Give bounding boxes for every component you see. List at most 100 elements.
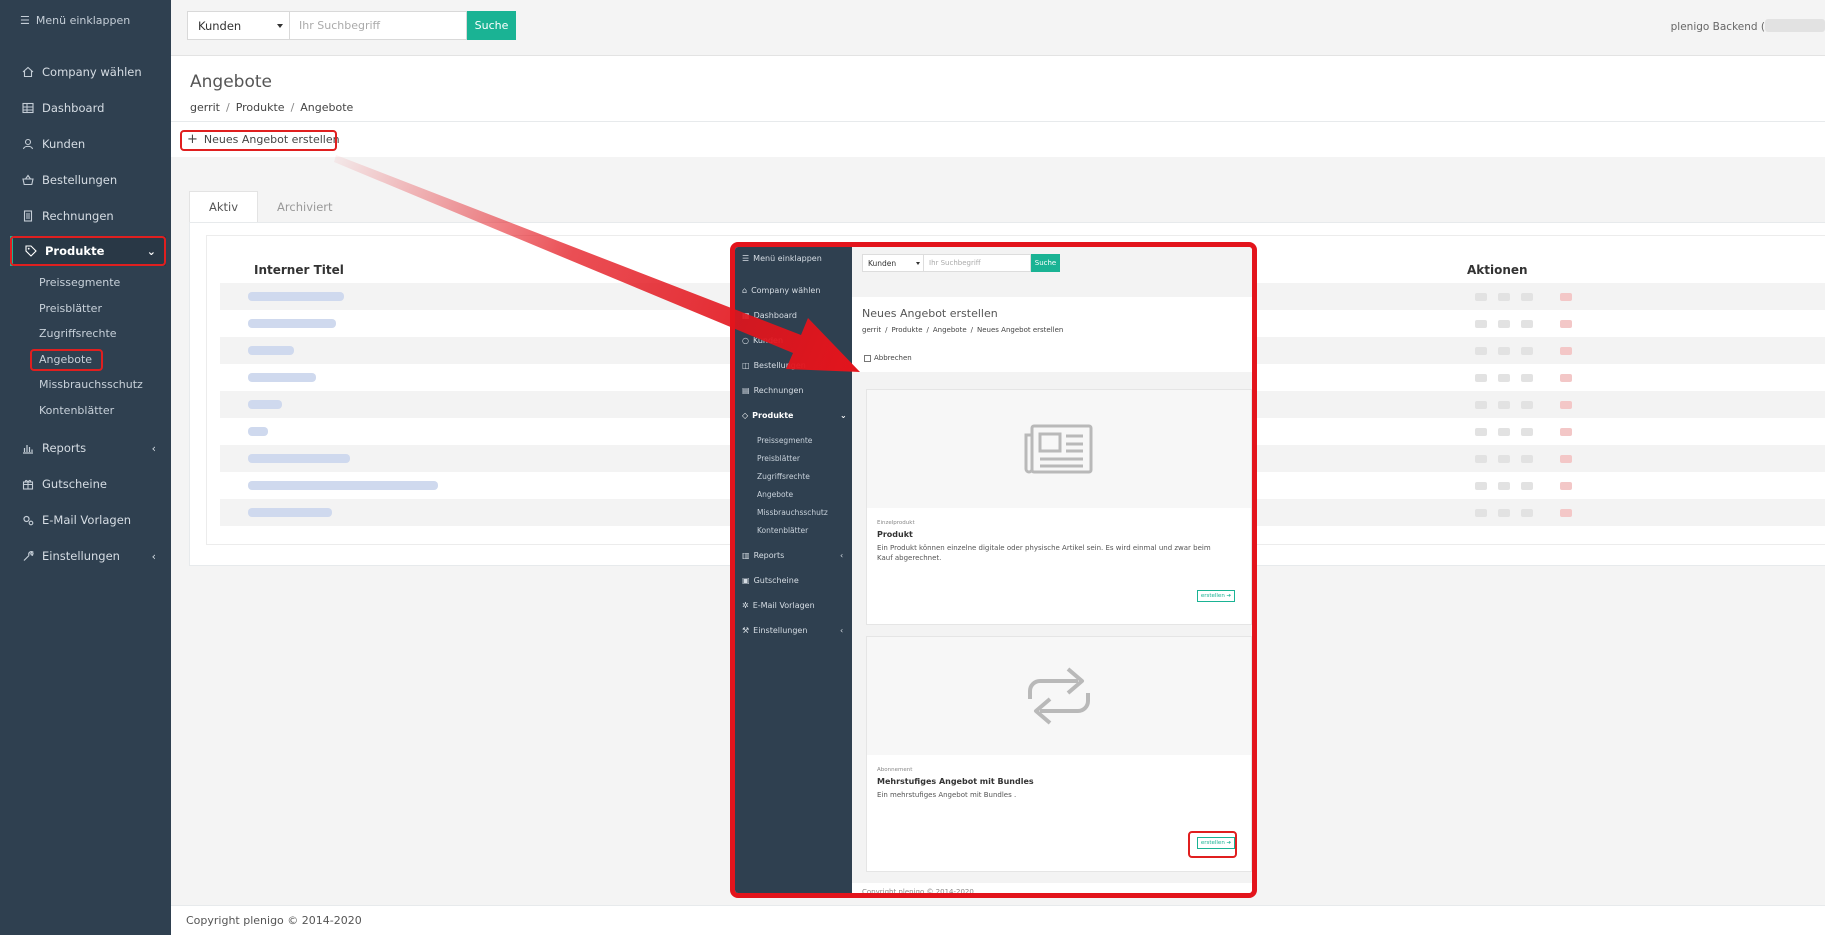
breadcrumb: gerrit / Produkte / Angebote — [190, 101, 353, 114]
breadcrumb-item[interactable]: gerrit — [190, 101, 220, 114]
inset-topbar: Kunden Ihr Suchbegriff Suche — [852, 247, 1252, 297]
menu-collapse-toggle[interactable]: ☰ Menü einklappen — [0, 0, 171, 40]
redacted-username — [1765, 19, 1825, 32]
sidebar-subitem-abuse-protection[interactable]: Missbrauchsschutz — [39, 378, 143, 391]
sidebar-item-dashboard[interactable]: Dashboard — [10, 93, 166, 123]
bar-chart-icon — [22, 442, 36, 454]
grid-icon — [22, 102, 36, 114]
inset-action-strip: Abbrechen — [852, 352, 1252, 372]
inset-sidebar-subitem: Preissegmente — [757, 436, 813, 445]
tag-icon — [25, 245, 39, 257]
inset-footer: Copyright plenigo © 2014-2020 — [852, 883, 1252, 893]
sidebar-item-orders[interactable]: Bestellungen — [10, 165, 166, 195]
close-square-icon — [864, 354, 871, 362]
caret-down-icon — [916, 262, 920, 265]
new-offer-button[interactable]: + Neues Angebot erstellen — [187, 132, 340, 147]
sidebar-item-invoices[interactable]: Rechnungen — [10, 201, 166, 231]
footer: Copyright plenigo © 2014-2020 — [171, 905, 1825, 935]
search-button[interactable]: Suche — [467, 11, 516, 40]
breadcrumb-separator: / — [290, 101, 295, 114]
bar-chart-icon: ▥ — [742, 551, 750, 560]
inset-card-bundle: Abonnement Mehrstufiges Angebot mit Bund… — [866, 636, 1252, 872]
column-header-title[interactable]: Interner Titel — [254, 263, 344, 277]
inset-sidebar-item: ▤ Rechnungen — [742, 386, 804, 395]
chevron-left-icon: ‹ — [151, 549, 156, 563]
inset-page-header: Neues Angebot erstellen gerrit / Produkte… — [852, 297, 1252, 355]
chevron-down-icon: ⌄ — [840, 411, 847, 420]
inset-card-title: Mehrstufiges Angebot mit Bundles — [877, 777, 1034, 786]
user-info[interactable]: plenigo Backend ( — [1671, 21, 1765, 33]
inset-search-input: Ihr Suchbegriff — [924, 254, 1031, 272]
gift-icon: ▣ — [742, 576, 750, 585]
sidebar-item-company[interactable]: Company wählen — [10, 57, 166, 87]
gift-icon — [22, 478, 36, 490]
sidebar-subitem-price-sheets[interactable]: Preisblätter — [39, 302, 102, 315]
basket-icon: ◫ — [742, 361, 750, 370]
page-title: Angebote — [190, 72, 272, 92]
sidebar-subitem-access-rights[interactable]: Zugriffsrechte — [39, 327, 117, 340]
sidebar-subitem-offers[interactable]: Angebote — [39, 353, 92, 366]
inset-search: Kunden Ihr Suchbegriff Suche — [862, 254, 1060, 272]
tab-archived[interactable]: Archiviert — [258, 191, 351, 222]
inset-sidebar-item-products: ◇ Produkte ⌄ — [742, 411, 847, 420]
breadcrumb-item[interactable]: Produkte — [236, 101, 285, 114]
sidebar-subitem-price-segments[interactable]: Preissegmente — [39, 276, 120, 289]
document-icon — [22, 210, 36, 222]
inset-card-product: Einzelprodukt Produkt Ein Produkt können… — [866, 389, 1252, 625]
user-icon: ○ — [742, 336, 749, 345]
inset-sidebar-item: ✲ E-Mail Vorlagen — [742, 601, 815, 610]
inset-card-title: Produkt — [877, 530, 913, 539]
inset-card-description: Ein mehrstufiges Angebot mit Bundles . — [877, 791, 1017, 799]
search-input[interactable] — [290, 11, 467, 40]
inset-sidebar-item: ▦ Dashboard — [742, 311, 797, 320]
inset-sidebar-subitem: Preisblätter — [757, 454, 800, 463]
sidebar-item-email-templates[interactable]: E-Mail Vorlagen — [10, 505, 166, 535]
inset-main: Kunden Ihr Suchbegriff Suche Neues Angeb… — [852, 247, 1252, 893]
inset-card-category: Abonnement — [877, 767, 913, 773]
inset-sidebar-subitem: Missbrauchsschutz — [757, 508, 828, 517]
inset-card-description: Ein Produkt können einzelne digitale ode… — [877, 544, 1211, 562]
repeat-icon — [867, 637, 1251, 755]
document-icon: ▤ — [742, 386, 750, 395]
gears-icon: ✲ — [742, 601, 749, 610]
inset-breadcrumb: gerrit / Produkte / Angebote / Neues Angebo… — [862, 326, 1064, 334]
inset-menu-collapse: ☰ Menü einklappen — [742, 254, 822, 263]
top-navbar: Kunden Suche plenigo Backend ( — [171, 0, 1825, 56]
breadcrumb-item: Angebote — [300, 101, 354, 114]
inset-create-button: erstellen ➔ — [1197, 837, 1235, 849]
tag-icon: ◇ — [742, 411, 749, 420]
inset-sidebar-item: ⌂ Company wählen — [742, 286, 821, 295]
inset-sidebar-item: ⚒ Einstellungen ‹ — [742, 626, 844, 635]
inset-sidebar-item: ◫ Bestellungen — [742, 361, 806, 370]
user-icon — [22, 138, 36, 150]
home-icon: ⌂ — [742, 286, 748, 295]
column-header-actions: Aktionen — [1467, 263, 1528, 277]
inset-card-category: Einzelprodukt — [877, 520, 915, 526]
sidebar-subitem-account-sheets[interactable]: Kontenblätter — [39, 404, 114, 417]
sidebar-item-settings[interactable]: Einstellungen ‹ — [10, 541, 166, 571]
breadcrumb-separator: / — [225, 101, 230, 114]
inset-page-title: Neues Angebot erstellen — [862, 307, 998, 320]
sidebar-item-vouchers[interactable]: Gutscheine — [10, 469, 166, 499]
chevron-left-icon: ‹ — [840, 551, 844, 560]
main-sidebar: ☰ Menü einklappen Company wählen Dashboa… — [0, 0, 171, 935]
inset-sidebar-item: ○ Kunden — [742, 336, 784, 345]
wrench-icon — [22, 550, 36, 562]
tab-active[interactable]: Aktiv — [189, 191, 259, 222]
tab-bar: Aktiv Archiviert — [189, 191, 352, 222]
inset-sidebar-item: ▣ Gutscheine — [742, 576, 799, 585]
inset-sidebar-subitem: Kontenblätter — [757, 526, 809, 535]
hamburger-icon: ☰ — [20, 13, 30, 27]
sidebar-item-reports[interactable]: Reports ‹ — [10, 433, 166, 463]
sidebar-item-customers[interactable]: Kunden — [10, 129, 166, 159]
inset-create-button: erstellen ➔ — [1197, 590, 1235, 602]
caret-down-icon — [277, 24, 283, 28]
search-scope-select[interactable]: Kunden — [187, 11, 290, 40]
inset-search-scope: Kunden — [862, 254, 924, 272]
inset-sidebar-subitem: Angebote — [757, 490, 794, 499]
sidebar-item-products[interactable]: Produkte ⌄ — [10, 236, 166, 266]
chevron-left-icon: ‹ — [151, 441, 156, 455]
page-header: Angebote gerrit / Produkte / Angebote — [171, 56, 1825, 122]
chevron-left-icon: ‹ — [840, 626, 844, 635]
wrench-icon: ⚒ — [742, 626, 750, 635]
